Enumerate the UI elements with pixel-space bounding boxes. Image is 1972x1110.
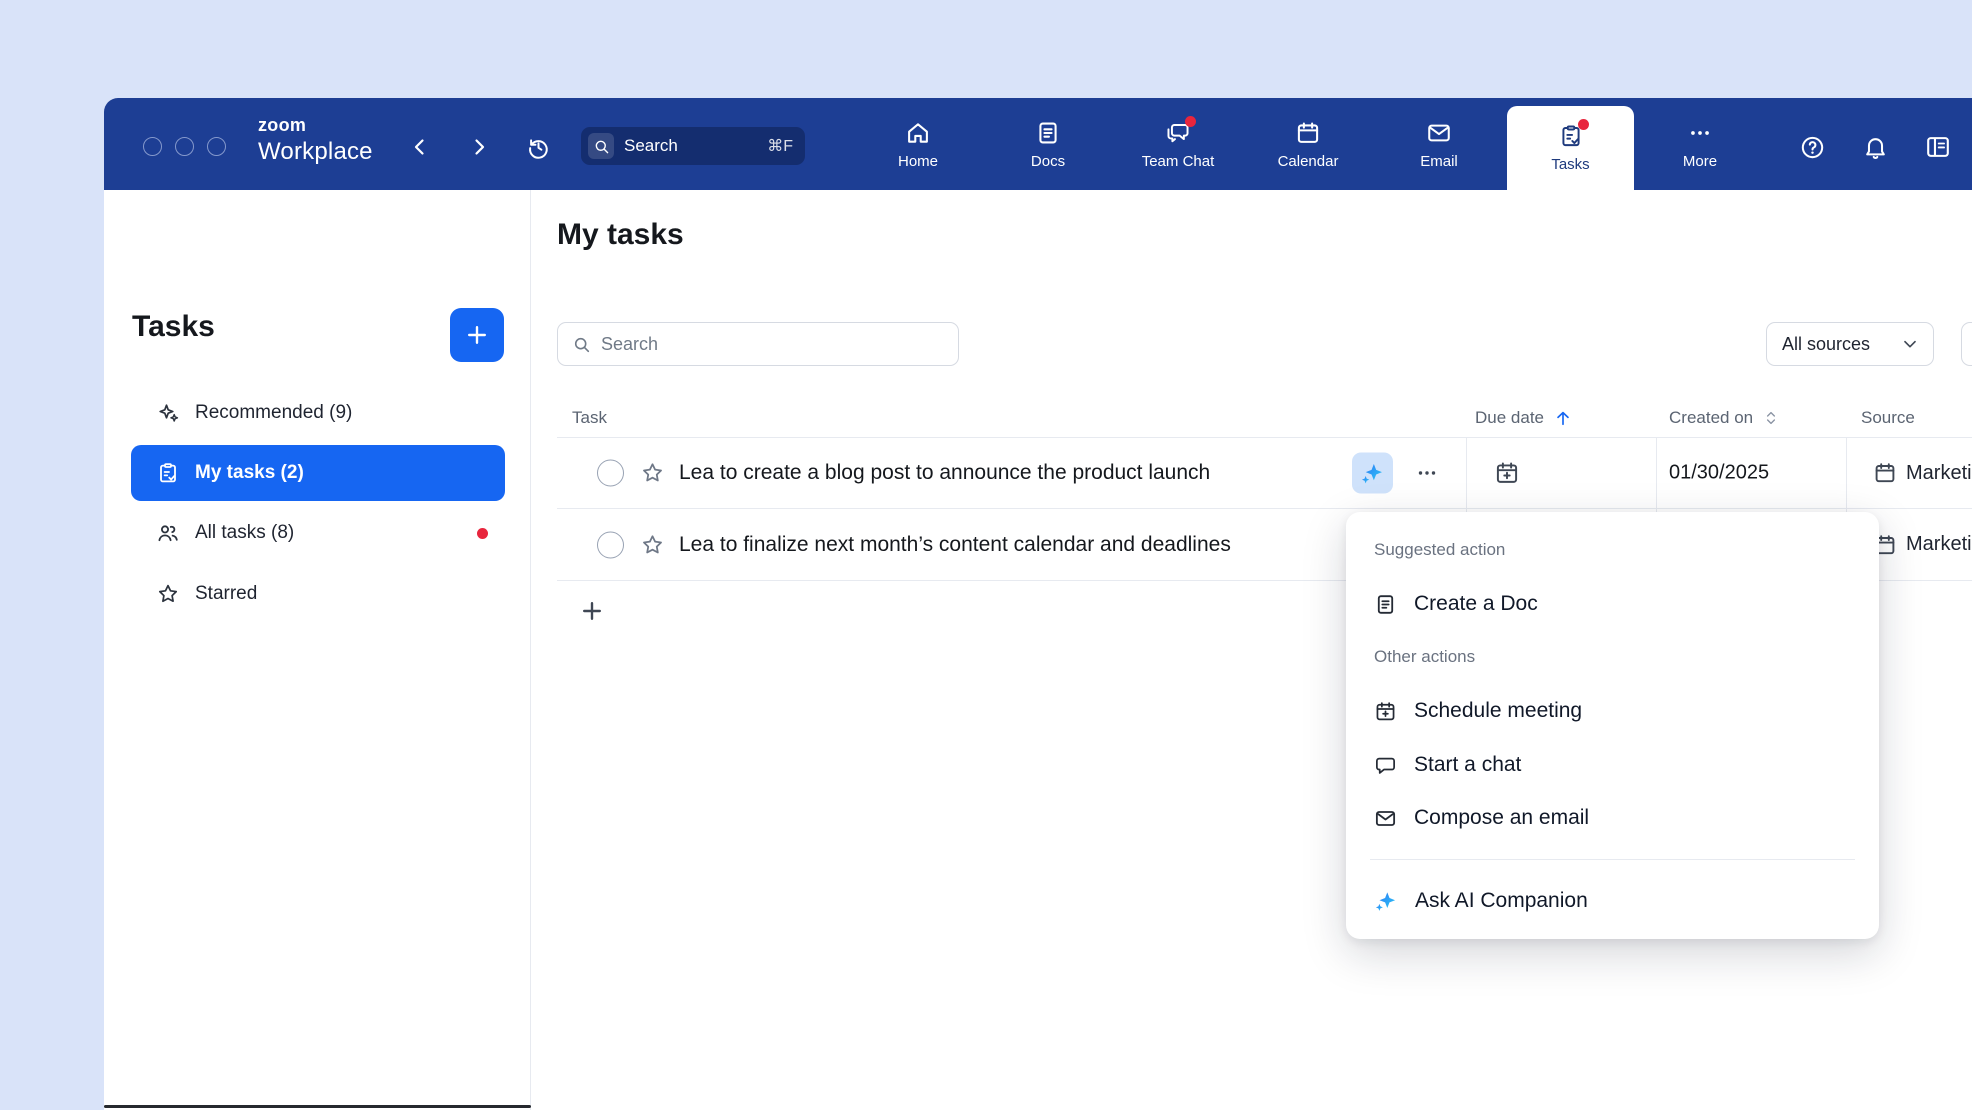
task-star-toggle[interactable] [640,532,665,557]
ai-companion-icon [1374,889,1398,913]
star-icon [156,582,180,606]
suggested-action-label: Suggested action [1374,540,1505,560]
docs-icon [1035,120,1061,146]
task-more-button[interactable] [1407,453,1447,493]
task-complete-checkbox[interactable] [597,531,624,558]
team-chat-icon [1165,120,1191,146]
other-actions-label: Other actions [1374,647,1475,667]
zoom-workplace-logo: zoom Workplace [258,116,373,164]
table-header-row: Task Due date Created on Source [557,397,1972,438]
menu-item-start-a-chat[interactable]: Start a chat [1356,742,1869,788]
help-button[interactable] [1792,127,1832,167]
team-chat-notification-dot [1185,116,1196,127]
home-icon [905,120,931,146]
calendar-icon [1295,120,1321,146]
all-sources-dropdown[interactable]: All sources [1766,322,1934,366]
envelope-icon [1374,807,1397,830]
chevron-down-icon [1900,334,1920,354]
sort-toggle-icon [1762,409,1780,427]
nav-home[interactable]: Home [863,107,973,183]
history-button[interactable] [520,129,556,165]
search-shortcut: ⌘F [767,136,793,156]
all-tasks-notification-dot [477,528,488,539]
add-task-row-button[interactable] [572,591,612,631]
sort-ascending-icon [1553,408,1573,428]
forward-button[interactable] [461,129,497,165]
people-icon [156,521,180,545]
filter-extra-button[interactable] [1961,322,1972,366]
tasks-sidebar: Tasks Recommended (9) My tasks (2) All t… [104,190,531,1110]
search-icon [588,133,614,159]
task-check-icon [156,461,180,485]
tasks-icon [1558,123,1584,149]
sparkle-icon [156,401,180,425]
logo-workplace-text: Workplace [258,140,373,164]
nav-tasks-active-tab[interactable]: Tasks [1507,106,1634,190]
column-header-due-date[interactable]: Due date [1475,397,1573,438]
window-expand-button[interactable] [207,137,226,156]
column-header-source: Source [1861,397,1915,438]
app-window: zoom Workplace Search ⌘F Home Docs Team … [104,98,1972,1110]
global-search[interactable]: Search ⌘F [581,127,805,165]
doc-icon [1374,593,1397,616]
menu-item-compose-an-email[interactable]: Compose an email [1356,795,1869,841]
add-task-button[interactable] [450,308,504,362]
calendar-panel-button[interactable] [1918,127,1958,167]
sidebar-title: Tasks [132,310,215,344]
global-search-placeholder: Search [624,136,757,156]
logo-zoom-text: zoom [258,116,373,134]
top-header: zoom Workplace Search ⌘F Home Docs Team … [104,98,1972,190]
ai-companion-actions-button[interactable] [1352,453,1393,494]
task-source: Marketing [1873,461,1972,485]
all-sources-value: All sources [1782,334,1870,355]
column-header-task: Task [572,397,607,438]
calendar-icon [1873,461,1897,485]
table-row: Lea to create a blog post to announce th… [557,438,1972,509]
tasks-search-input[interactable] [601,334,944,355]
search-icon [572,335,591,354]
page-title: My tasks [557,218,684,252]
window-minimize-button[interactable] [175,137,194,156]
nav-calendar[interactable]: Calendar [1253,107,1363,183]
menu-item-ask-ai-companion[interactable]: Ask AI Companion [1356,878,1869,924]
window-controls [143,137,226,156]
task-created-on: 01/30/2025 [1669,462,1769,485]
window-bottom-edge [104,1105,531,1108]
notifications-bell-button[interactable] [1855,127,1895,167]
sidebar-item-my-tasks[interactable]: My tasks (2) [131,445,505,501]
menu-item-create-a-doc[interactable]: Create a Doc [1356,581,1869,627]
nav-more[interactable]: More [1645,107,1755,183]
menu-divider [1370,859,1855,860]
task-star-toggle[interactable] [640,461,665,486]
back-button[interactable] [402,129,438,165]
task-title[interactable]: Lea to finalize next month’s content cal… [679,533,1231,557]
email-icon [1426,120,1452,146]
nav-email[interactable]: Email [1384,107,1494,183]
ai-actions-context-menu: Suggested action Create a Doc Other acti… [1346,512,1879,939]
more-icon [1687,120,1713,146]
sidebar-item-recommended[interactable]: Recommended (9) [131,385,505,441]
sidebar-item-all-tasks[interactable]: All tasks (8) [131,505,505,561]
nav-team-chat[interactable]: Team Chat [1123,107,1233,183]
window-close-button[interactable] [143,137,162,156]
menu-item-schedule-meeting[interactable]: Schedule meeting [1356,688,1869,734]
tasks-notification-dot [1578,119,1589,130]
tasks-search-box [557,322,959,366]
calendar-plus-icon [1374,700,1397,723]
add-due-date-button[interactable] [1485,453,1529,493]
nav-docs[interactable]: Docs [993,107,1103,183]
task-complete-checkbox[interactable] [597,460,624,487]
task-title[interactable]: Lea to create a blog post to announce th… [679,461,1210,485]
chat-bubble-icon [1374,754,1397,777]
sidebar-item-starred[interactable]: Starred [131,566,505,622]
task-source: Marketing [1873,533,1972,557]
column-header-created-on[interactable]: Created on [1669,397,1780,438]
